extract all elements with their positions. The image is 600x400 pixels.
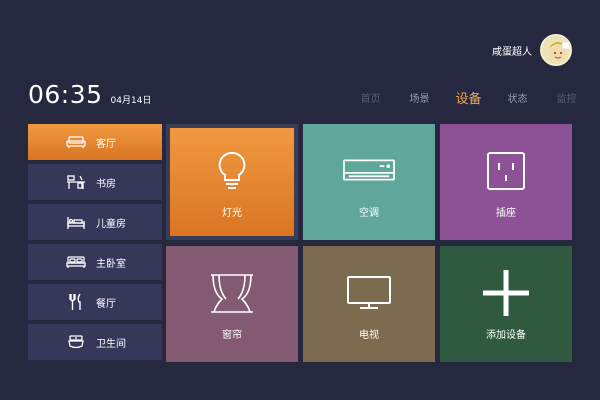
clock: 06:35 04月14日 [28, 80, 151, 109]
sofa-icon [66, 134, 86, 150]
sidebar-item-bathroom[interactable]: 卫生间 [28, 324, 162, 360]
device-grid: 灯光 空调 插座 窗帘 电视 添加设备 [166, 124, 572, 362]
sidebar-item-label: 主卧室 [96, 258, 126, 270]
sidebar-item-label: 客厅 [96, 138, 116, 150]
sidebar-item-kids-room[interactable]: 儿童房 [28, 204, 162, 240]
device-tile-add-device[interactable]: 添加设备 [440, 246, 572, 362]
tab-scenes[interactable]: 场景 [395, 90, 444, 105]
user-name: 咸蛋超人 [492, 46, 532, 58]
device-tile-socket[interactable]: 插座 [440, 124, 572, 240]
tile-label: 空调 [359, 208, 379, 219]
tile-label: 窗帘 [222, 330, 242, 341]
curtain-icon [206, 270, 258, 316]
tab-monitor[interactable]: 监控 [542, 90, 591, 105]
tile-label: 电视 [359, 330, 379, 341]
lightbulb-icon [206, 148, 258, 194]
sidebar-item-label: 餐厅 [96, 298, 116, 310]
tile-label: 插座 [496, 208, 516, 219]
room-sidebar: 客厅 书房 儿童房 主卧室 餐厅 卫生间 [28, 124, 162, 360]
tv-icon [343, 270, 395, 316]
fork-knife-icon [66, 293, 86, 310]
tab-devices[interactable]: 设备 [444, 88, 493, 107]
main-nav: 首页 场景 设备 状态 监控 [346, 88, 591, 107]
socket-icon [480, 148, 532, 194]
bed-double-icon [66, 254, 86, 270]
device-tile-curtain[interactable]: 窗帘 [166, 246, 298, 362]
clock-date: 04月14日 [110, 96, 152, 106]
sidebar-item-label: 书房 [96, 178, 116, 190]
clock-time: 06:35 [28, 80, 103, 109]
tab-home[interactable]: 首页 [346, 90, 395, 105]
bed-icon [66, 214, 86, 230]
device-tile-tv[interactable]: 电视 [303, 246, 435, 362]
tab-status[interactable]: 状态 [493, 90, 542, 105]
avatar-icon[interactable] [540, 34, 572, 66]
sidebar-item-label: 卫生间 [96, 338, 126, 350]
tile-label: 灯光 [222, 208, 242, 219]
plus-icon [480, 270, 532, 316]
device-tile-air-conditioner[interactable]: 空调 [303, 124, 435, 240]
sidebar-item-living-room[interactable]: 客厅 [28, 124, 162, 160]
sidebar-item-study[interactable]: 书房 [28, 164, 162, 200]
tile-label: 添加设备 [486, 330, 526, 341]
sidebar-item-dining-room[interactable]: 餐厅 [28, 284, 162, 320]
user-profile[interactable]: 咸蛋超人 [492, 34, 572, 66]
toilet-icon [66, 334, 86, 350]
sidebar-item-label: 儿童房 [96, 218, 126, 230]
air-conditioner-icon [343, 148, 395, 194]
desk-icon [66, 174, 86, 190]
sidebar-item-master-bedroom[interactable]: 主卧室 [28, 244, 162, 280]
device-tile-lights[interactable]: 灯光 [166, 124, 298, 240]
